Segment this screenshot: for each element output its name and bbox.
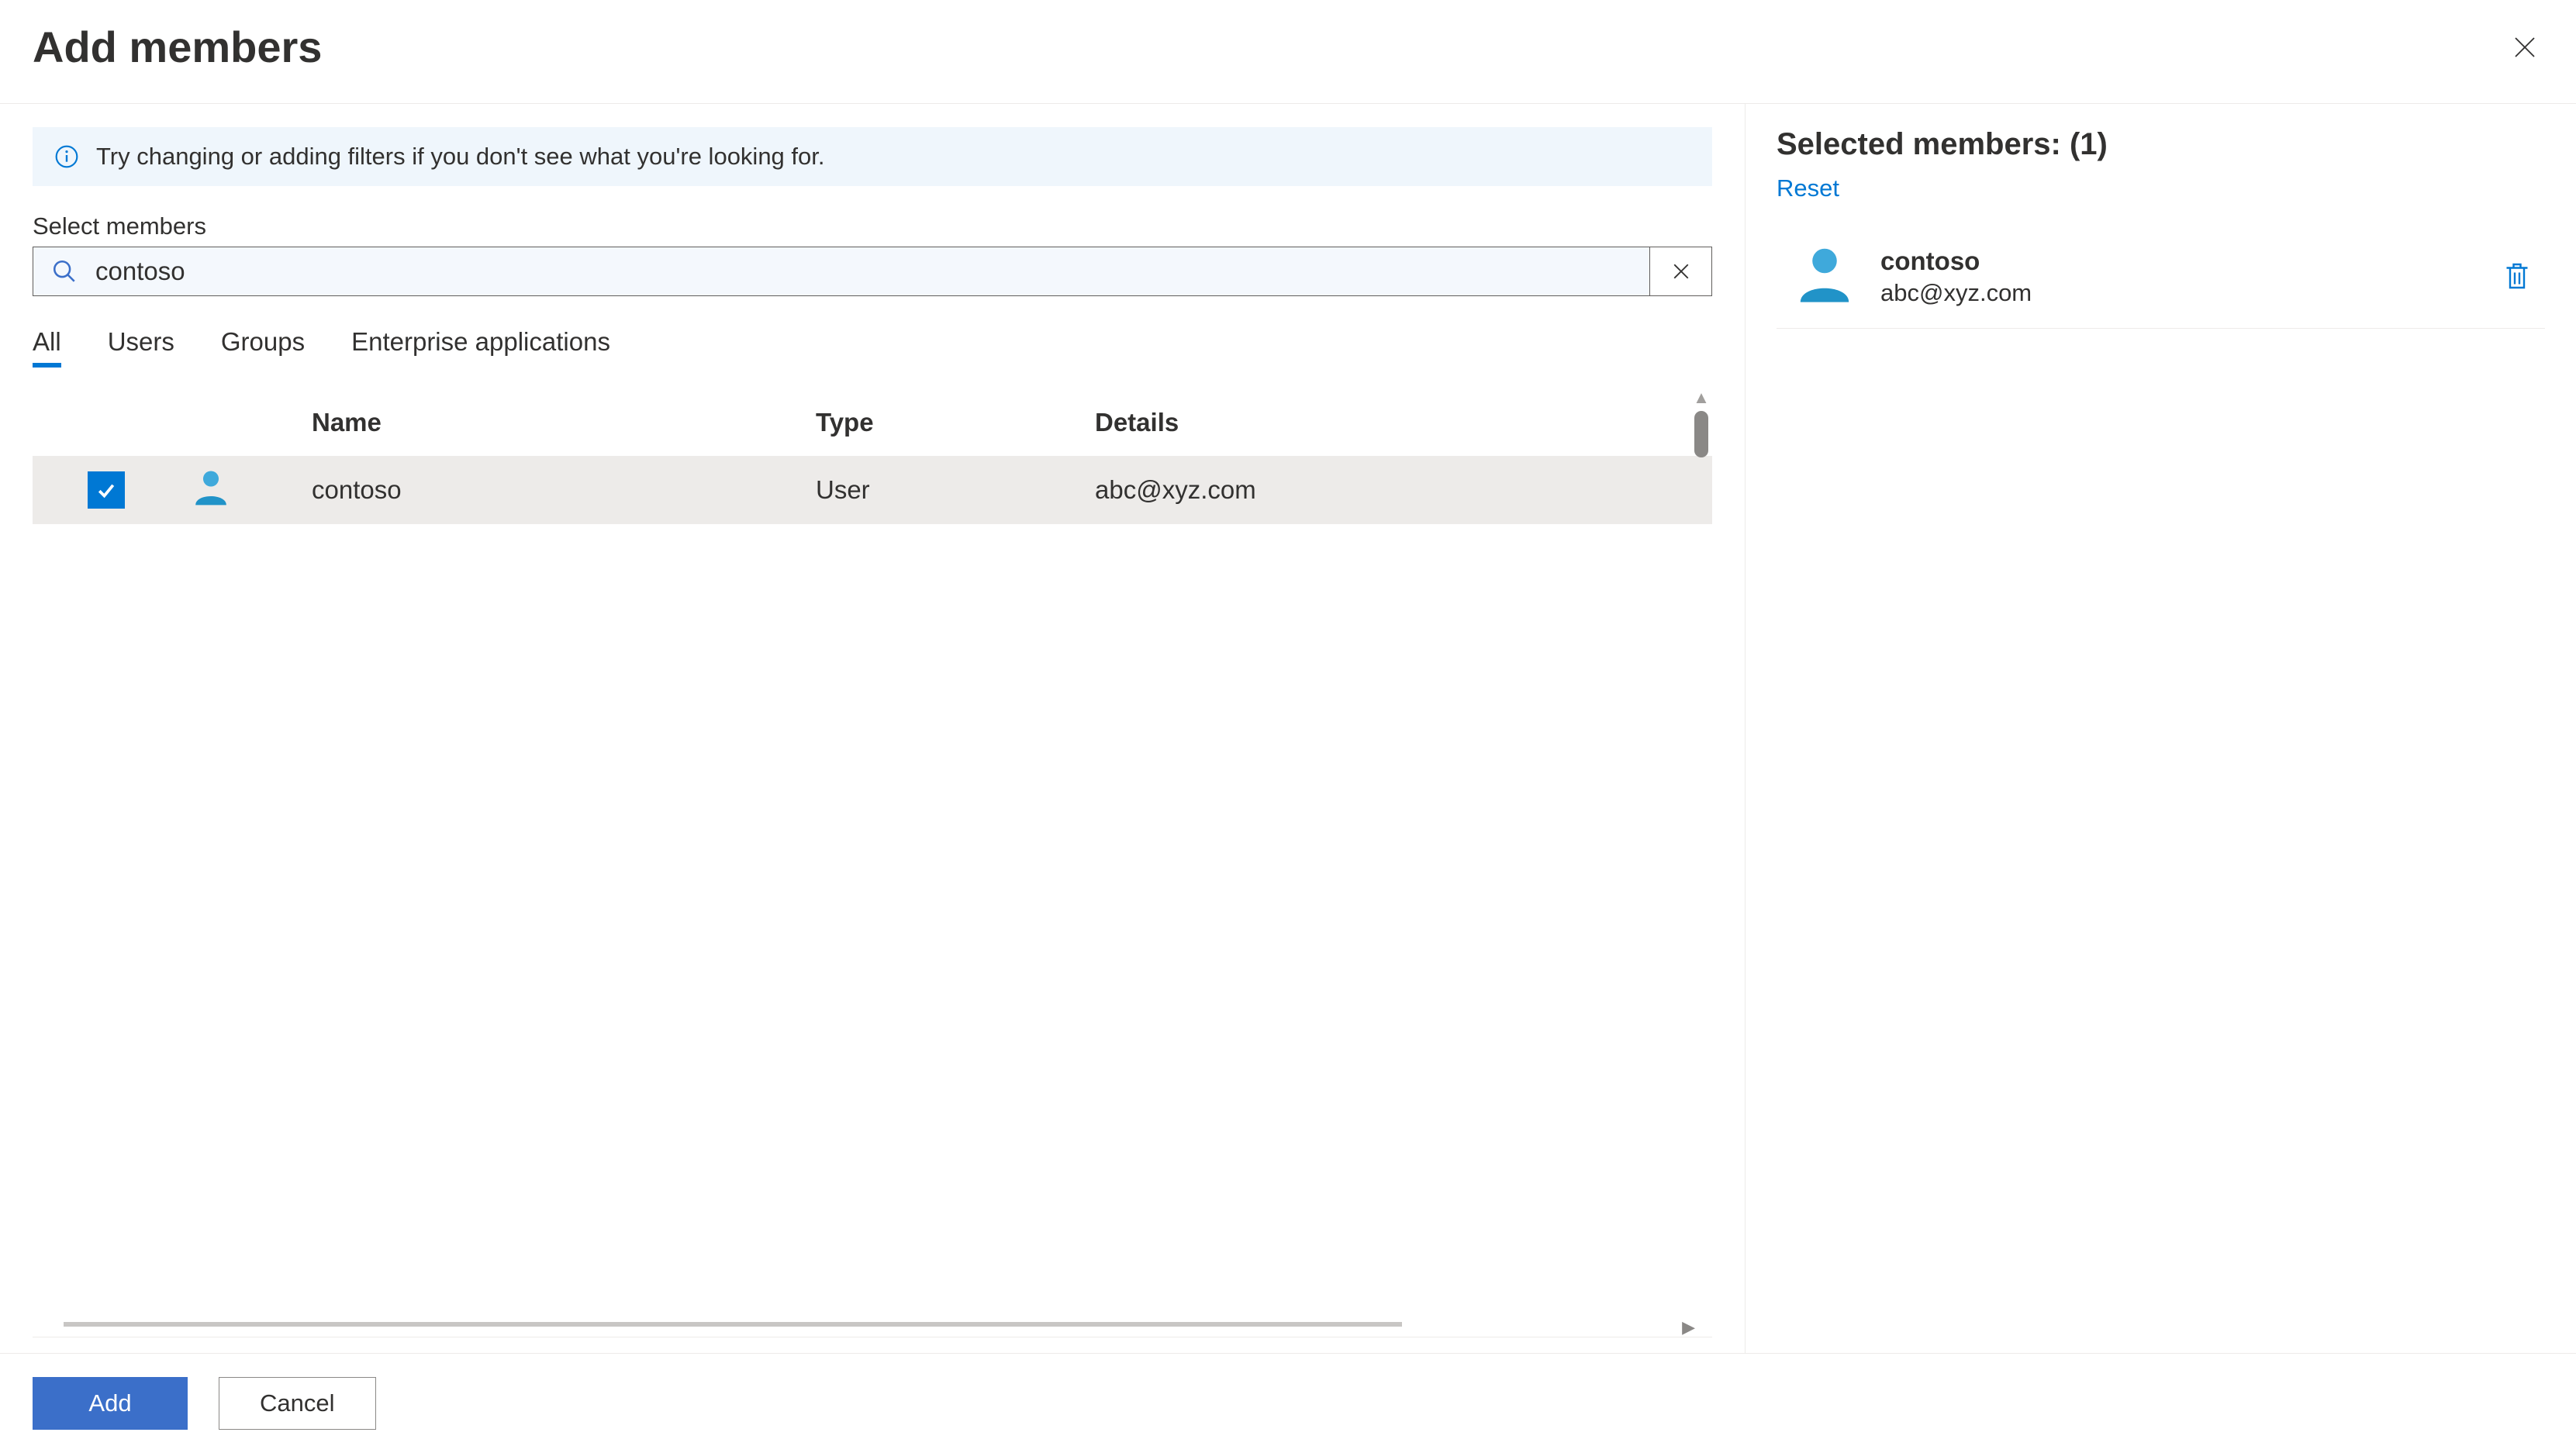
filter-tabs: All Users Groups Enterprise applications [33,327,1712,366]
reset-link[interactable]: Reset [1777,174,1839,202]
results-scrollbar[interactable]: ▲ [1690,389,1712,1299]
results-area: ▲ Name Type Details [33,389,1712,1337]
row-name: contoso [312,475,816,505]
info-message-text: Try changing or adding filters if you do… [96,143,825,171]
row-details: abc@xyz.com [1095,475,1712,505]
selected-pane: Selected members: (1) Reset contoso abc@… [1745,104,2576,1353]
clear-icon [1670,260,1693,283]
search-pane: Try changing or adding filters if you do… [0,104,1745,1353]
close-button[interactable] [2506,29,2543,66]
close-icon [2511,33,2539,61]
user-avatar-icon [1790,240,1859,314]
results-hscrollbar[interactable]: ▶ [33,1319,1712,1337]
info-message-bar: Try changing or adding filters if you do… [33,127,1712,186]
panel-title: Add members [33,22,322,72]
remove-member-button[interactable] [2495,253,2539,302]
scroll-thumb[interactable] [1694,411,1708,457]
user-avatar-icon [189,465,233,515]
selected-member-item: contoso abc@xyz.com [1777,226,2545,329]
search-label: Select members [33,212,1712,240]
search-box[interactable] [33,247,1712,296]
column-name: Name [312,408,816,437]
hscroll-right-icon: ▶ [1682,1317,1695,1337]
selected-member-sub: abc@xyz.com [1880,279,2032,307]
result-row[interactable]: contoso User abc@xyz.com [33,456,1712,524]
panel-footer: Add Cancel [0,1354,2576,1453]
trash-icon [2503,261,2531,292]
tab-users[interactable]: Users [108,327,174,366]
check-icon [95,478,118,502]
results-header-row: Name Type Details [33,389,1712,456]
clear-search-button[interactable] [1649,247,1711,295]
cancel-button[interactable]: Cancel [219,1377,376,1430]
row-type: User [816,475,1095,505]
info-icon [54,144,79,169]
scroll-up-icon: ▲ [1693,389,1710,406]
tab-all[interactable]: All [33,327,61,366]
selected-member-name: contoso [1880,247,2032,276]
tab-groups[interactable]: Groups [221,327,305,366]
tab-enterprise-applications[interactable]: Enterprise applications [351,327,610,366]
panel-header: Add members [0,0,2576,103]
column-type: Type [816,408,1095,437]
row-checkbox[interactable] [88,471,125,509]
add-button[interactable]: Add [33,1377,188,1430]
selected-members-title: Selected members: (1) [1777,127,2545,162]
search-icon [33,247,95,295]
hscroll-track [64,1322,1402,1327]
column-details: Details [1095,408,1712,437]
search-input[interactable] [95,247,1649,295]
